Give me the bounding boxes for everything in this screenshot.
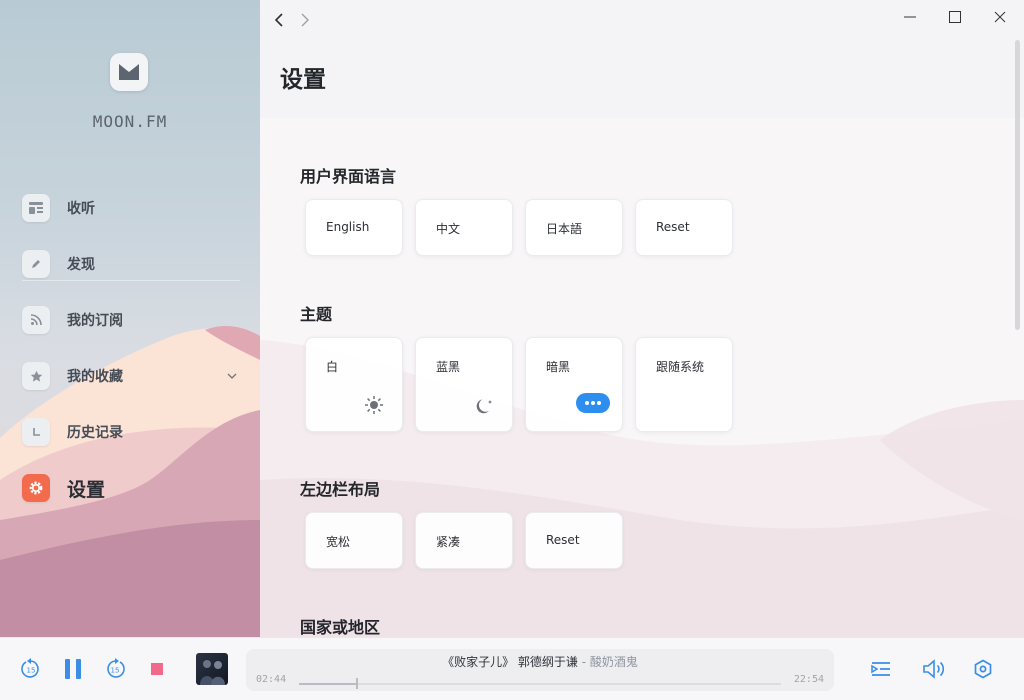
language-option-english[interactable]: English: [305, 199, 403, 256]
track-title: 《败家子儿》 郭德纲于谦: [442, 655, 578, 669]
sidebar-item-label: 我的收藏: [67, 369, 123, 385]
sidebar: MOON.FM 收听 发现 我的订阅 我的收藏 历史记录 设置: [0, 0, 260, 637]
volume-button[interactable]: [921, 656, 947, 682]
section-title-sidebar-layout: 左边栏布局: [300, 480, 381, 499]
forward-button[interactable]: [298, 12, 312, 28]
back-button[interactable]: [272, 12, 286, 28]
section-title-language: 用户界面语言: [300, 167, 397, 186]
sidebar-item-label: 收听: [67, 201, 95, 217]
chevron-down-icon[interactable]: [226, 370, 238, 382]
pause-button[interactable]: [60, 656, 86, 682]
close-icon: [994, 11, 1006, 23]
option-label: 中文: [436, 222, 461, 236]
maximize-button[interactable]: [943, 8, 967, 26]
clock-icon: [22, 418, 50, 446]
rss-icon: [22, 306, 50, 334]
sidebar-item-favorites[interactable]: 我的收藏: [22, 348, 242, 404]
sidebar-item-subscriptions[interactable]: 我的订阅: [22, 292, 242, 348]
close-button[interactable]: [988, 8, 1012, 26]
player-bar: 15 15 《败家子儿》 郭德纲于谦 - 酸奶酒鬼 02:44 22:54: [0, 637, 1024, 700]
sidebar-item-history[interactable]: 历史记录: [22, 404, 242, 460]
option-label: English: [326, 220, 370, 234]
maximize-icon: [949, 11, 961, 23]
more-icon: [576, 393, 610, 413]
gear-icon: [22, 474, 50, 502]
player-settings-button[interactable]: [970, 656, 996, 682]
sidebar-nav: 收听 发现 我的订阅 我的收藏 历史记录 设置: [22, 180, 242, 516]
progress-fill: [299, 683, 357, 685]
chevron-left-icon: [274, 13, 283, 27]
language-option-japanese[interactable]: 日本語: [525, 199, 623, 256]
moon-logo-icon: [119, 64, 139, 80]
option-label: Reset: [656, 220, 690, 234]
option-label: 跟随系统: [656, 360, 705, 374]
option-label: 蓝黑: [436, 360, 461, 374]
app-window: MOON.FM 收听 发现 我的订阅 我的收藏 历史记录 设置 设置 用户界面语…: [0, 0, 1024, 700]
sidebar-item-listen[interactable]: 收听: [22, 180, 242, 236]
progress-bar[interactable]: [299, 678, 781, 689]
theme-option-white[interactable]: 白: [305, 337, 403, 432]
hexagon-settings-icon: [974, 659, 992, 679]
layout-reset-button[interactable]: Reset: [525, 512, 623, 569]
language-reset-button[interactable]: Reset: [635, 199, 733, 256]
pause-icon: [65, 659, 81, 679]
section-title-country: 国家或地区: [300, 618, 381, 637]
chevron-right-icon: [301, 13, 309, 27]
option-label: Reset: [546, 533, 580, 547]
now-playing[interactable]: 《败家子儿》 郭德纲于谦 - 酸奶酒鬼 02:44 22:54: [246, 649, 834, 691]
option-label: 紧凑: [436, 535, 461, 549]
settings-panel: 设置 用户界面语言 English 中文 日本語 Reset 主题 白 蓝黑 暗…: [260, 0, 1024, 637]
album-art[interactable]: [196, 653, 228, 685]
sidebar-item-label: 我的订阅: [67, 313, 123, 329]
sidebar-item-discover[interactable]: 发现: [22, 236, 242, 292]
rewind-15-button[interactable]: 15: [18, 656, 44, 682]
layout-option-compact[interactable]: 紧凑: [415, 512, 513, 569]
star-icon: [22, 362, 50, 390]
stop-button[interactable]: [144, 656, 170, 682]
sidebar-item-label: 发现: [67, 257, 95, 273]
sidebar-item-label: 设置: [67, 478, 106, 501]
sidebar-divider: [22, 280, 240, 281]
minimize-icon: [904, 16, 916, 18]
sun-icon: [364, 395, 384, 415]
app-brand: MOON.FM: [92, 112, 168, 131]
rewind-seconds: 15: [27, 667, 36, 675]
forward-15-button[interactable]: 15: [102, 656, 128, 682]
theme-option-blue-black[interactable]: 蓝黑: [415, 337, 513, 432]
theme-option-dark[interactable]: 暗黑: [525, 337, 623, 432]
album-cover-image: [200, 660, 225, 685]
option-label: 宽松: [326, 535, 351, 549]
playlist-icon: [871, 662, 890, 676]
progress-handle[interactable]: [355, 678, 358, 689]
minimize-button[interactable]: [898, 8, 922, 26]
sidebar-item-settings[interactable]: 设置: [22, 460, 242, 516]
track-artist: - 酸奶酒鬼: [581, 655, 638, 669]
rewind-icon: 15: [21, 658, 39, 678]
option-label: 日本語: [546, 222, 583, 236]
track-info: 《败家子儿》 郭德纲于谦 - 酸奶酒鬼: [246, 653, 834, 670]
option-label: 暗黑: [546, 360, 571, 374]
volume-icon: [923, 659, 945, 679]
page-title: 设置: [280, 67, 326, 93]
option-label: 白: [326, 360, 339, 374]
stop-icon: [151, 663, 163, 675]
sidebar-item-label: 历史记录: [67, 425, 123, 441]
scrollbar[interactable]: [1015, 40, 1020, 330]
elapsed-time: 02:44: [256, 674, 287, 685]
pencil-icon: [22, 250, 50, 278]
language-option-chinese[interactable]: 中文: [415, 199, 513, 256]
section-title-theme: 主题: [300, 305, 333, 324]
app-logo: [110, 53, 148, 91]
layout-option-loose[interactable]: 宽松: [305, 512, 403, 569]
listen-icon: [22, 194, 50, 222]
fast-forward-icon: 15: [107, 658, 125, 678]
theme-option-follow-system[interactable]: 跟随系统: [635, 337, 733, 432]
history-nav: [272, 12, 312, 28]
moon-icon: [476, 397, 494, 415]
total-duration: 22:54: [793, 674, 824, 685]
playlist-button[interactable]: [868, 656, 894, 682]
forward-seconds: 15: [111, 667, 120, 675]
